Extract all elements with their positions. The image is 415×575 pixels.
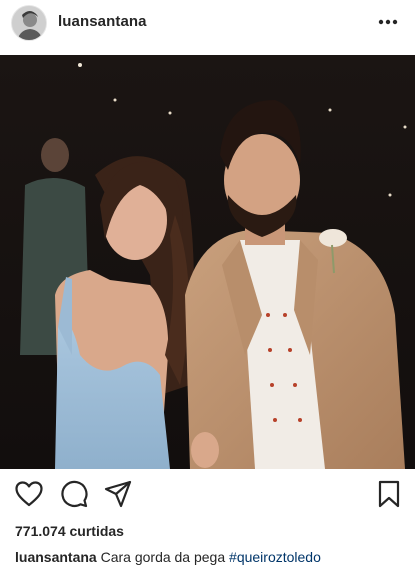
more-horizontal-icon [378, 19, 398, 25]
comment-button[interactable] [58, 478, 90, 510]
caption-username[interactable]: luansantana [15, 549, 97, 565]
post-actions [0, 478, 415, 514]
post-username[interactable]: luansantana [58, 13, 147, 30]
comment-icon [61, 480, 88, 508]
save-button[interactable] [373, 478, 405, 510]
caption-hashtag[interactable]: #queiroztoledo [229, 549, 321, 565]
avatar[interactable] [11, 5, 47, 41]
likes-count[interactable]: 771.074 curtidas [15, 523, 124, 539]
post-photo[interactable] [0, 55, 415, 469]
like-button[interactable] [13, 478, 45, 510]
share-button[interactable] [102, 478, 134, 510]
caption-text: Cara gorda da pega [100, 549, 226, 565]
post-caption: luansantana Cara gorda da pega #queirozt… [15, 549, 321, 565]
heart-icon [15, 481, 43, 507]
send-icon [104, 480, 132, 508]
post-header: luansantana [0, 0, 415, 50]
more-options-button[interactable] [377, 10, 399, 34]
bookmark-icon [378, 480, 400, 508]
